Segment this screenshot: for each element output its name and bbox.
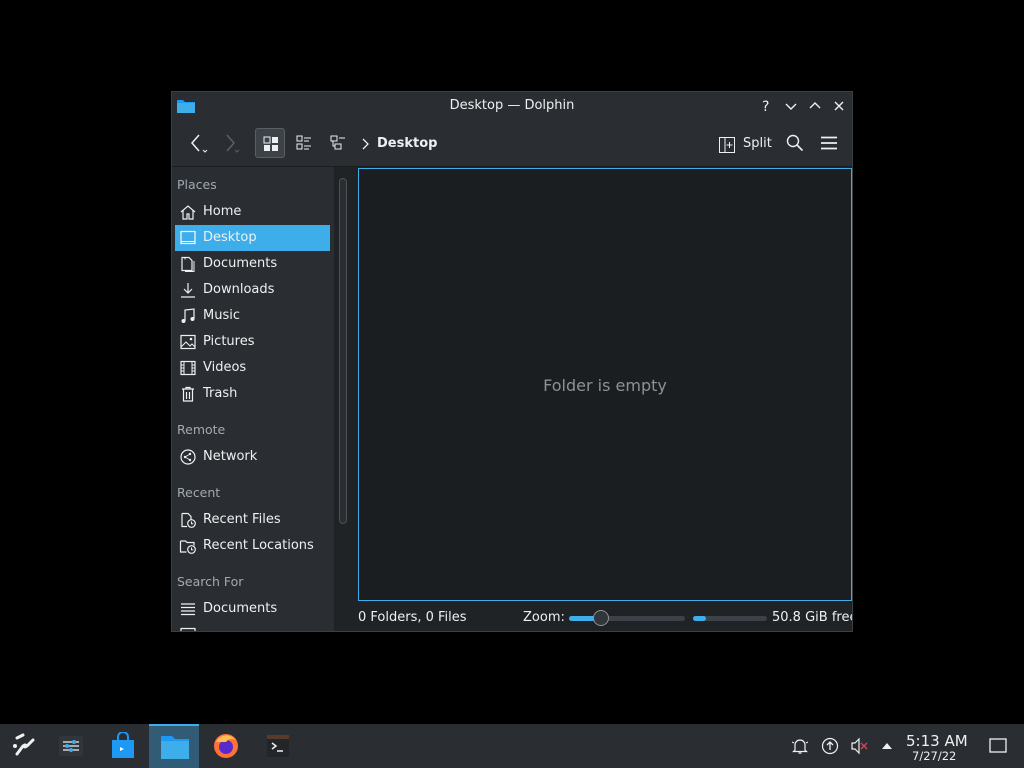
sidebar-item-clipped xyxy=(175,622,330,631)
task-firefox[interactable] xyxy=(201,724,251,768)
recent-locations-icon xyxy=(179,538,197,554)
sidebar-scrollbar[interactable] xyxy=(339,178,347,524)
compact-view-button[interactable] xyxy=(289,128,319,158)
icons-view-button[interactable] xyxy=(255,128,285,158)
section-remote: Remote xyxy=(177,422,226,437)
tray-expand-icon[interactable] xyxy=(880,739,894,753)
sidebar-item-search-documents[interactable]: Documents xyxy=(175,596,330,622)
documents-icon xyxy=(179,256,197,272)
sidebar-item-home[interactable]: Home xyxy=(175,199,330,225)
pictures-icon xyxy=(179,334,197,350)
sidebar-item-trash[interactable]: Trash xyxy=(175,381,330,407)
free-space: 50.8 GiB free xyxy=(772,610,853,625)
search-button[interactable] xyxy=(786,134,804,164)
menu-button[interactable] xyxy=(820,134,838,164)
sidebar-item-recent-locations[interactable]: Recent Locations xyxy=(175,533,330,559)
sidebar-item-music[interactable]: Music xyxy=(175,303,330,329)
sidebar-item-desktop[interactable]: Desktop xyxy=(175,225,330,251)
breadcrumb-chevron-icon xyxy=(360,138,370,150)
section-recent: Recent xyxy=(177,485,221,500)
trash-icon xyxy=(179,386,197,402)
item-count: 0 Folders, 0 Files xyxy=(358,610,467,625)
sidebar-item-documents[interactable]: Documents xyxy=(175,251,330,277)
help-button[interactable]: ? xyxy=(758,98,774,114)
titlebar[interactable]: Desktop — Dolphin ? xyxy=(172,92,852,120)
sidebar-item-videos[interactable]: Videos xyxy=(175,355,330,381)
download-icon xyxy=(179,282,197,298)
taskbar xyxy=(0,724,1024,768)
music-icon xyxy=(179,308,197,324)
desktop-icon xyxy=(179,230,197,246)
search-images-icon xyxy=(179,627,197,631)
videos-icon xyxy=(179,360,197,376)
notifications-icon[interactable] xyxy=(791,737,809,755)
volume-muted-icon[interactable] xyxy=(850,737,868,755)
task-konsole[interactable] xyxy=(253,724,303,768)
status-bar: 0 Folders, 0 Files Zoom: 50.8 GiB free xyxy=(334,603,853,631)
folder-view[interactable]: Folder is empty xyxy=(358,168,852,601)
maximize-button[interactable] xyxy=(807,98,823,114)
dolphin-window: Desktop — Dolphin ? Desktop Split Places… xyxy=(171,91,853,632)
show-desktop-icon[interactable] xyxy=(988,737,1008,755)
section-places: Places xyxy=(177,177,217,192)
zoom-slider-handle[interactable] xyxy=(593,610,610,626)
recent-files-icon xyxy=(179,512,197,528)
details-view-button[interactable] xyxy=(323,128,353,158)
sidebar-item-pictures[interactable]: Pictures xyxy=(175,329,330,355)
home-icon xyxy=(179,204,197,220)
window-title: Desktop — Dolphin xyxy=(449,98,575,113)
disk-space-fill xyxy=(693,616,707,621)
task-system-settings[interactable] xyxy=(46,724,96,768)
split-icon xyxy=(718,136,736,154)
zoom-slider[interactable] xyxy=(569,610,685,626)
zoom-label: Zoom: xyxy=(523,610,565,625)
back-button[interactable] xyxy=(186,128,212,158)
sidebar-item-downloads[interactable]: Downloads xyxy=(175,277,330,303)
update-icon[interactable] xyxy=(821,737,839,755)
forward-button[interactable] xyxy=(218,128,244,158)
empty-folder-message: Folder is empty xyxy=(543,376,667,395)
search-documents-icon xyxy=(179,601,197,617)
sidebar-item-recent-files[interactable]: Recent Files xyxy=(175,507,330,533)
minimize-button[interactable] xyxy=(783,98,799,114)
close-button[interactable] xyxy=(831,98,847,114)
clock-date[interactable]: 7/27/22 xyxy=(912,749,956,763)
section-search-for: Search For xyxy=(177,574,244,589)
task-discover[interactable] xyxy=(98,724,148,768)
sidebar-item-network[interactable]: Network xyxy=(175,444,330,470)
breadcrumb-desktop[interactable]: Desktop xyxy=(377,136,437,151)
clock-time[interactable]: 5:13 AM xyxy=(906,732,968,750)
places-panel: Places Home Desktop Documents Downloads … xyxy=(172,167,334,631)
split-label: Split xyxy=(743,136,772,151)
application-launcher[interactable] xyxy=(0,724,50,768)
svg-text:?: ? xyxy=(762,99,769,114)
disk-space-bar xyxy=(693,616,767,621)
network-icon xyxy=(179,449,197,465)
task-dolphin[interactable] xyxy=(149,724,199,768)
toolbar: Desktop Split xyxy=(172,120,852,167)
